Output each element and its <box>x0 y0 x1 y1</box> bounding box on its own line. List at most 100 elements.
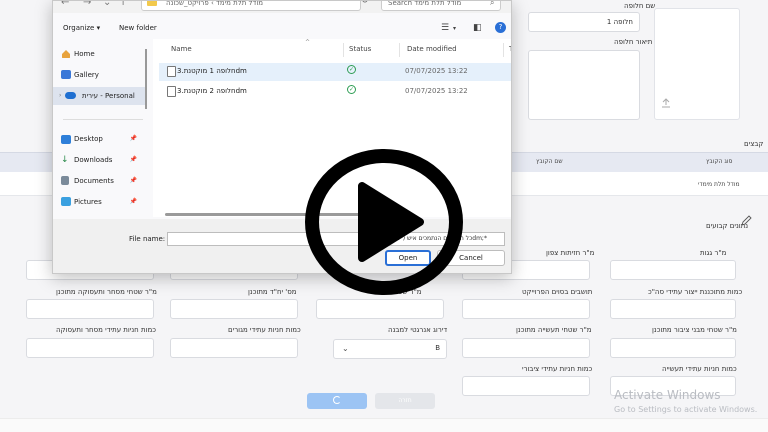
alt-desc-textarea[interactable] <box>528 50 640 120</box>
pin-icon: 📌 <box>129 156 137 163</box>
sidebar-scrollbar[interactable] <box>145 49 147 109</box>
field-label: תושבים בסוים הפרוייקט <box>522 288 593 296</box>
alt-name-label: שם חלופה <box>624 2 656 10</box>
field-input[interactable] <box>610 260 736 280</box>
pin-icon: 📌 <box>129 198 137 205</box>
search-icon: ⌕ <box>490 0 495 7</box>
path-breadcrumb[interactable]: מודל תלת מימד › פרויקט_שכונה <box>141 1 361 11</box>
pictures-icon <box>61 197 71 206</box>
sidebar-label: עירית - Personal <box>82 92 135 100</box>
organize-button[interactable]: Organize ▾ <box>63 24 100 32</box>
file-name-label: File name: <box>129 235 166 243</box>
sidebar-item-onedrive[interactable]: › עירית - Personal <box>53 87 145 105</box>
dialog-toolbar: Organize ▾ New folder ☰ ▾ ◧ ? <box>53 19 511 39</box>
sync-check-icon: ✓ <box>347 65 356 74</box>
folder-icon <box>147 1 157 6</box>
desktop-icon <box>61 135 71 144</box>
file-name: חלופה 2 מוקטנת.3dm <box>177 87 247 95</box>
help-icon[interactable]: ? <box>495 22 506 33</box>
sidebar-label: Desktop <box>74 135 103 143</box>
chevron-down-icon[interactable]: ▾ <box>453 25 456 32</box>
chevron-down-icon: ⌄ <box>342 344 349 353</box>
sidebar-label: Documents <box>74 177 114 185</box>
energy-rating-select[interactable]: ⌄ B <box>333 339 447 359</box>
field-label: מ"ר גגות <box>700 249 727 257</box>
new-folder-button[interactable]: New folder <box>119 24 157 32</box>
preview-pane-icon[interactable]: ◧ <box>473 23 482 33</box>
field-label: כמות חניות עתידי תעשייה <box>662 365 737 373</box>
alt-desc-label: תיאור חלופה <box>614 38 653 46</box>
up-arrow-icon[interactable]: ↑ <box>119 1 127 8</box>
refresh-icon[interactable]: ↻ <box>361 1 369 6</box>
file-type: 3( <box>511 67 512 75</box>
cloud-icon <box>65 92 76 99</box>
chevron-right-icon: › <box>59 92 62 99</box>
field-input[interactable] <box>610 338 736 358</box>
field-label: מ"ר שטחי מבני ציבור מתוכנן <box>652 326 737 334</box>
sidebar-item-pictures[interactable]: Pictures 📌 <box>57 193 145 211</box>
sidebar-item-downloads[interactable]: ↓ Downloads 📌 <box>57 151 145 169</box>
activation-watermark-title: Activate Windows <box>614 388 721 402</box>
footer <box>0 418 768 432</box>
sidebar-item-documents[interactable]: Documents 📌 <box>57 172 145 190</box>
sidebar-label: Downloads <box>74 156 113 164</box>
sidebar-item-home[interactable]: Home <box>57 45 145 63</box>
field-label: מ"ר שטחי תעשייה מתוכנן <box>516 326 592 334</box>
col-type[interactable]: Ty <box>509 45 511 53</box>
field-input[interactable] <box>170 338 298 358</box>
pin-icon: 📌 <box>129 135 137 142</box>
file-icon <box>167 86 176 97</box>
navigation-pane: Home Gallery › עירית - Personal Desktop … <box>53 39 149 219</box>
field-label: דירוג אנרגטי למבנה <box>388 326 448 334</box>
field-label: כמות חניות עתידי מגורים <box>228 326 301 334</box>
home-icon <box>62 50 70 58</box>
col-date-modified[interactable]: Date modified <box>407 45 457 53</box>
field-input[interactable] <box>170 299 298 319</box>
field-input[interactable] <box>462 338 590 358</box>
field-input[interactable] <box>316 299 444 319</box>
field-input[interactable] <box>462 376 590 396</box>
back-button[interactable]: חזרה <box>375 393 435 409</box>
col-name[interactable]: Name <box>171 45 192 53</box>
sort-up-icon: ^ <box>305 39 311 46</box>
chevron-down-icon[interactable]: ⌄ <box>103 1 111 8</box>
col-file-type: סוג הקובץ <box>706 158 733 165</box>
sidebar-divider <box>63 119 143 120</box>
column-divider <box>399 43 400 57</box>
sync-check-icon: ✓ <box>347 85 356 94</box>
back-arrow-icon[interactable]: ← <box>61 1 69 8</box>
col-file-name: שם הקובץ <box>536 158 563 165</box>
activation-watermark-subtitle: Go to Settings to activate Windows. <box>614 405 758 414</box>
sidebar-label: Home <box>74 50 95 58</box>
list-item[interactable]: חלופה 2 מוקטנת.3dm ✓ 07/07/2025 13:22 3( <box>159 83 511 101</box>
list-item[interactable]: חלופה 1 מוקטנת.3dm ✓ 07/07/2025 13:22 3( <box>159 63 512 81</box>
column-divider <box>343 43 344 57</box>
documents-icon <box>61 176 69 185</box>
field-input[interactable] <box>462 299 590 319</box>
edit-pencil-icon[interactable] <box>740 215 752 227</box>
field-input[interactable] <box>26 299 154 319</box>
search-input[interactable]: Search מודל תלת מימד <box>381 1 501 11</box>
forward-arrow-icon[interactable]: → <box>83 1 91 8</box>
save-button[interactable] <box>307 393 367 409</box>
gallery-icon <box>61 70 71 79</box>
pin-icon: 📌 <box>129 177 137 184</box>
field-label: מ"ר שטחי מסחר ותעסוקה מתוכנן <box>56 288 157 296</box>
file-name: חלופה 1 מוקטנת.3dm <box>177 67 247 75</box>
alt-name-field[interactable]: חלופה 1 <box>528 12 640 32</box>
sidebar-item-desktop[interactable]: Desktop 📌 <box>57 130 145 148</box>
sidebar-label: Pictures <box>74 198 102 206</box>
field-input[interactable] <box>610 299 736 319</box>
play-icon[interactable] <box>302 146 466 298</box>
field-label: מס' יח"ד מתוכנן <box>248 288 297 296</box>
field-input[interactable] <box>26 338 154 358</box>
address-bar: ← → ⌄ ↑ מודל תלת מימד › פרויקט_שכונה ↻ S… <box>53 0 511 13</box>
field-label: כמות מתוכננת ייצור עתידי סה"כ <box>648 288 743 296</box>
upload-icon <box>662 98 670 108</box>
col-status[interactable]: Status <box>349 45 371 53</box>
file-date: 07/07/2025 13:22 <box>405 67 468 75</box>
view-options-icon[interactable]: ☰ <box>441 23 449 33</box>
sidebar-item-gallery[interactable]: Gallery <box>57 66 145 84</box>
loading-spinner-icon <box>333 396 341 404</box>
field-label: כמות חניות עתידי ציבורי <box>522 365 593 373</box>
